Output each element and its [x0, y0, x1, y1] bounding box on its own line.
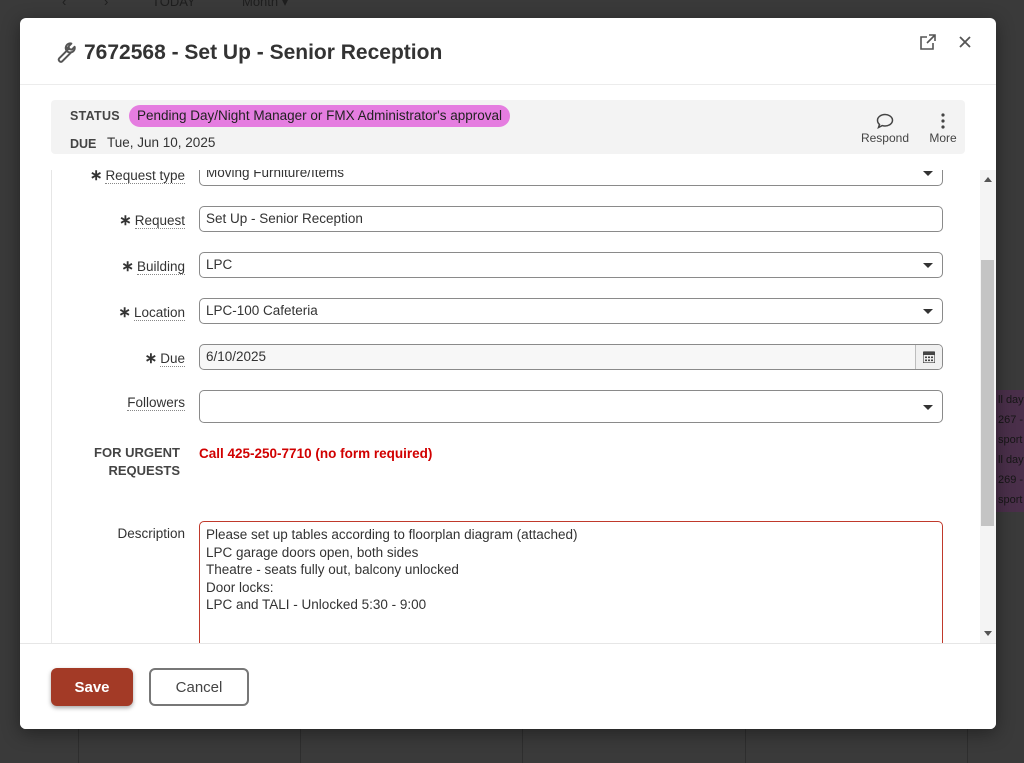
close-icon[interactable] — [953, 30, 977, 54]
description-label: Description — [117, 526, 185, 541]
form-scroll-area[interactable]: ∗ Request type Moving Furniture/Items ∗ Re… — [51, 170, 995, 643]
urgent-requests-label: FOR URGENT REQUESTS — [94, 445, 180, 478]
view-select[interactable]: Month ▾ — [242, 0, 288, 10]
speech-bubble-icon — [859, 111, 911, 131]
more-button[interactable]: More — [917, 111, 969, 145]
location-label: ∗ Location — [118, 304, 185, 321]
due-date-input[interactable]: 6/10/2025 — [199, 344, 943, 370]
due-label: DUE — [70, 137, 97, 151]
dialog-title: 7672568 - Set Up - Senior Reception — [84, 41, 443, 64]
scroll-down-arrow-icon[interactable] — [984, 631, 992, 636]
calendar-event-strip[interactable]: ll day 267 - sport ll day 269 - sport — [996, 390, 1024, 512]
chevron-down-icon — [923, 405, 933, 410]
cancel-button[interactable]: Cancel — [149, 668, 249, 706]
due-field-label: ∗ Due — [144, 350, 185, 367]
scrollbar-thumb[interactable] — [981, 260, 994, 526]
chevron-down-icon — [923, 171, 933, 176]
scroll-up-arrow-icon[interactable] — [984, 177, 992, 182]
urgent-phone-text: Call 425-250-7710 (no form required) — [199, 446, 433, 461]
calendar-icon[interactable] — [915, 345, 942, 369]
today-button[interactable]: TODAY — [152, 0, 196, 9]
respond-button[interactable]: Respond — [859, 111, 911, 145]
chevron-down-icon — [923, 263, 933, 268]
request-type-select[interactable]: Moving Furniture/Items — [199, 170, 943, 186]
followers-select[interactable] — [199, 390, 943, 423]
prev-arrow-icon[interactable]: ‹ — [62, 0, 66, 9]
work-request-dialog: 7672568 - Set Up - Senior Reception STAT… — [20, 18, 996, 729]
dialog-header: 7672568 - Set Up - Senior Reception — [20, 18, 996, 85]
building-label: ∗ Building — [121, 258, 185, 275]
save-button[interactable]: Save — [51, 668, 133, 706]
request-form: ∗ Request type Moving Furniture/Items ∗ Re… — [51, 170, 982, 643]
location-select[interactable]: LPC-100 Cafeteria — [199, 298, 943, 324]
status-label: STATUS — [70, 109, 120, 123]
request-input[interactable]: Set Up - Senior Reception — [199, 206, 943, 232]
respond-label: Respond — [860, 131, 910, 145]
followers-label: Followers — [127, 395, 185, 411]
chevron-down-icon — [923, 309, 933, 314]
request-type-label: ∗ Request type — [89, 170, 185, 184]
next-arrow-icon[interactable]: › — [104, 0, 108, 9]
external-link-icon[interactable] — [916, 30, 940, 54]
description-textarea[interactable]: Please set up tables according to floorp… — [199, 521, 943, 643]
more-label: More — [929, 131, 957, 145]
building-select[interactable]: LPC — [199, 252, 943, 278]
status-panel: STATUS Pending Day/Night Manager or FMX … — [51, 100, 965, 154]
more-vertical-icon — [917, 111, 969, 131]
status-badge: Pending Day/Night Manager or FMX Adminis… — [129, 105, 510, 127]
dialog-footer: Save Cancel — [20, 643, 996, 729]
request-label: ∗ Request — [119, 212, 185, 229]
form-scrollbar[interactable] — [980, 170, 996, 643]
due-value: Tue, Jun 10, 2025 — [107, 135, 216, 150]
calendar-nav: ‹ › TODAY Month ▾ — [0, 0, 1024, 18]
wrench-icon — [50, 40, 76, 66]
